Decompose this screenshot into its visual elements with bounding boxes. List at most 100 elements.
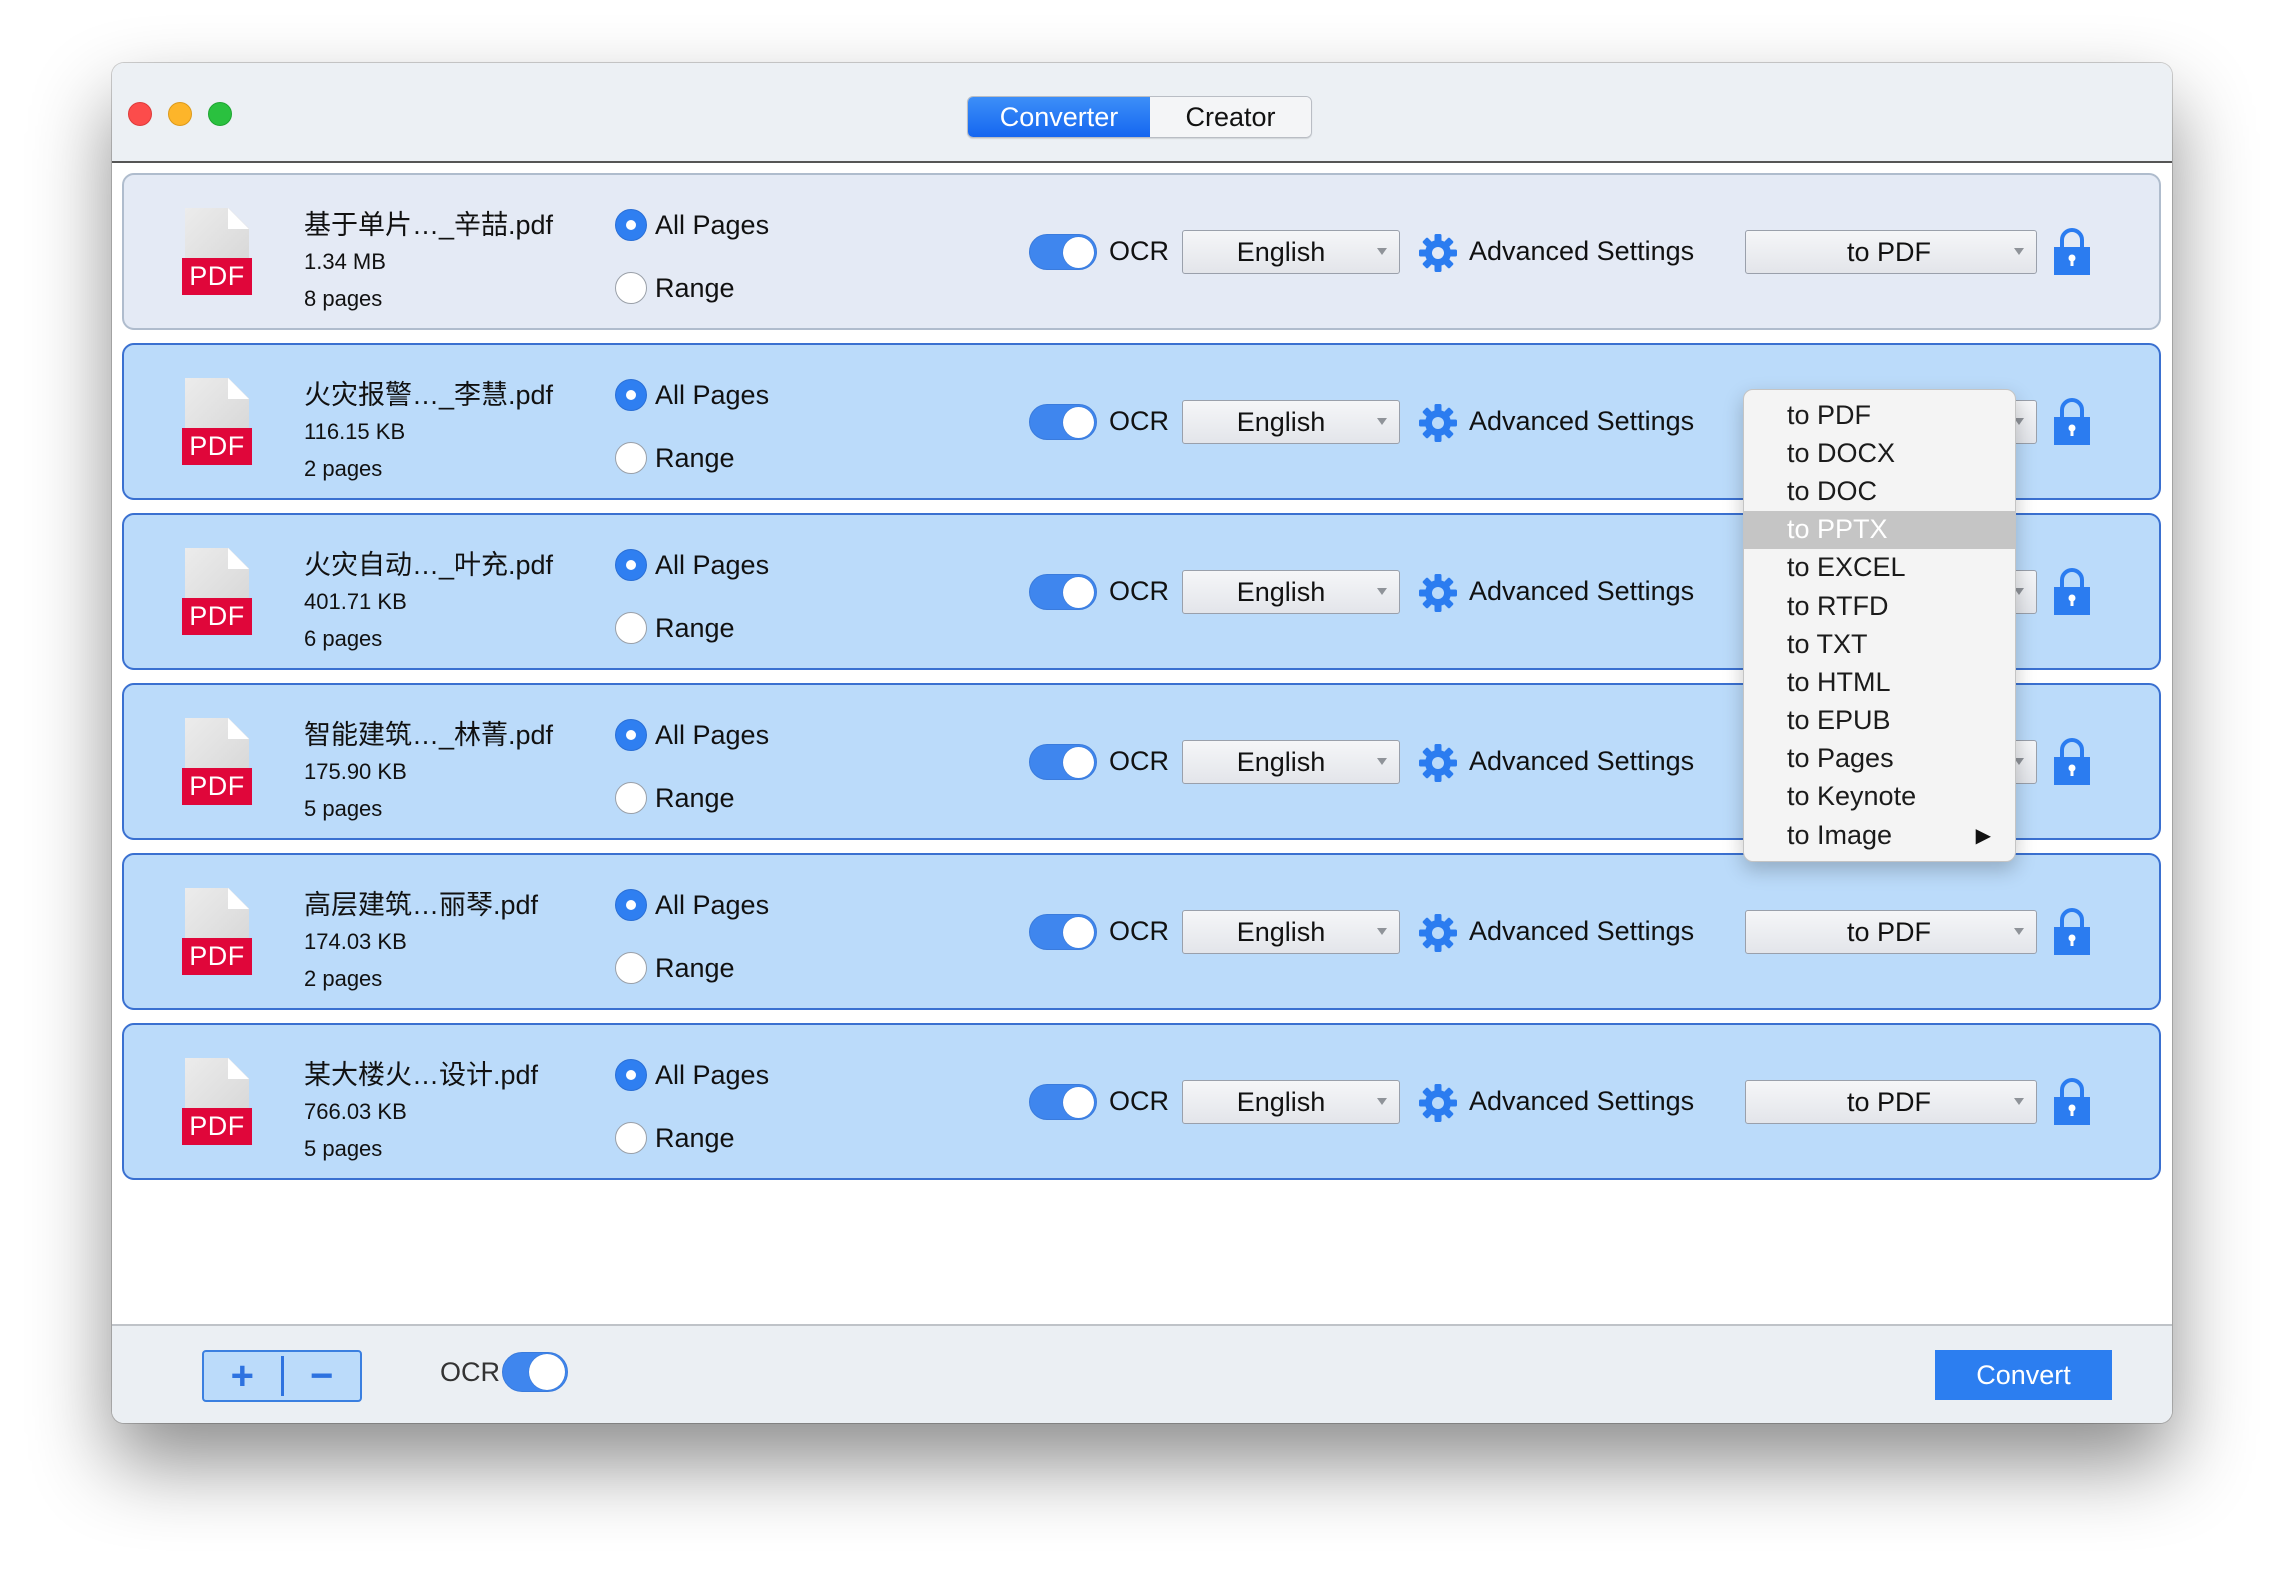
close-window-button[interactable] <box>128 102 152 126</box>
gear-icon[interactable] <box>1418 913 1458 953</box>
ocr-toggle[interactable] <box>1029 1084 1097 1120</box>
menu-item-to-html[interactable]: to HTML <box>1744 663 2015 701</box>
ocr-language-dropdown[interactable]: English <box>1182 570 1400 614</box>
lock-icon[interactable] <box>2053 907 2091 955</box>
menu-item-to-pages[interactable]: to Pages <box>1744 740 2015 778</box>
output-format-dropdown[interactable]: to PDF <box>1745 910 2037 954</box>
menu-item-to-pptx[interactable]: to PPTX <box>1744 510 2015 549</box>
tab-converter[interactable]: Converter <box>968 97 1150 137</box>
all-pages-radio[interactable]: All Pages <box>615 889 769 921</box>
output-format-dropdown[interactable]: to PDF <box>1745 230 2037 274</box>
menu-item-to-rtfd[interactable]: to RTFD <box>1744 587 2015 625</box>
menu-item-to-keynote[interactable]: to Keynote <box>1744 778 2015 816</box>
convert-button[interactable]: Convert <box>1935 1350 2112 1400</box>
ocr-label: OCR <box>1109 1086 1169 1116</box>
footer-bar: + − OCR Convert <box>112 1324 2172 1423</box>
advanced-settings-link[interactable]: Advanced Settings <box>1469 576 1694 607</box>
menu-item-to-image[interactable]: to Image ▶ <box>1744 816 2015 854</box>
chevron-down-icon <box>1377 588 1387 595</box>
lock-icon[interactable] <box>2053 397 2091 445</box>
ocr-language-dropdown[interactable]: English <box>1182 740 1400 784</box>
range-radio[interactable]: Range <box>615 952 735 984</box>
range-radio[interactable]: Range <box>615 1122 735 1154</box>
all-pages-radio[interactable]: All Pages <box>615 379 769 411</box>
all-pages-radio[interactable]: All Pages <box>615 1059 769 1091</box>
tab-creator[interactable]: Creator <box>1150 97 1311 137</box>
ocr-label: OCR <box>1109 576 1169 606</box>
radio-indicator <box>615 719 647 751</box>
ocr-language-dropdown[interactable]: English <box>1182 1080 1400 1124</box>
menu-item-to-epub[interactable]: to EPUB <box>1744 702 2015 740</box>
selected-language: English <box>1236 406 1326 437</box>
remove-file-button[interactable]: − <box>284 1352 361 1400</box>
range-radio[interactable]: Range <box>615 782 735 814</box>
ocr-language-dropdown[interactable]: English <box>1182 910 1400 954</box>
menu-item-label: to Pages <box>1787 743 1894 774</box>
page-shape <box>185 718 249 772</box>
ocr-language-dropdown[interactable]: English <box>1182 230 1400 274</box>
ocr-toggle[interactable] <box>1029 404 1097 440</box>
all-pages-radio[interactable]: All Pages <box>615 549 769 581</box>
file-row[interactable]: PDF 高层建筑…丽琴.pdf 174.03 KB 2 pages All Pa… <box>122 853 2161 1010</box>
toggle-knob <box>1063 577 1094 608</box>
ocr-toggle[interactable] <box>1029 744 1097 780</box>
minimize-window-button[interactable] <box>168 102 192 126</box>
advanced-settings-link[interactable]: Advanced Settings <box>1469 406 1694 437</box>
gear-icon[interactable] <box>1418 403 1458 443</box>
advanced-settings-link[interactable]: Advanced Settings <box>1469 916 1694 947</box>
lock-icon[interactable] <box>2053 567 2091 615</box>
gear-icon[interactable] <box>1418 1083 1458 1123</box>
all-pages-radio[interactable]: All Pages <box>615 209 769 241</box>
selected-language: English <box>1236 746 1326 777</box>
ocr-toggle[interactable] <box>1029 574 1097 610</box>
range-radio[interactable]: Range <box>615 612 735 644</box>
zoom-window-button[interactable] <box>208 102 232 126</box>
range-radio[interactable]: Range <box>615 272 735 304</box>
all-pages-label: All Pages <box>655 209 770 240</box>
add-file-button[interactable]: + <box>204 1352 281 1400</box>
gear-icon[interactable] <box>1418 233 1458 273</box>
ocr-language-dropdown[interactable]: English <box>1182 400 1400 444</box>
chevron-down-icon <box>1377 418 1387 425</box>
advanced-settings-link[interactable]: Advanced Settings <box>1469 236 1694 267</box>
menu-item-to-pdf[interactable]: to PDF <box>1744 396 2015 434</box>
menu-item-to-doc[interactable]: to DOC <box>1744 472 2015 510</box>
advanced-settings-link[interactable]: Advanced Settings <box>1469 1086 1694 1117</box>
toggle-knob <box>1063 747 1094 778</box>
menu-item-to-txt[interactable]: to TXT <box>1744 625 2015 663</box>
all-pages-radio[interactable]: All Pages <box>615 719 769 751</box>
lock-icon[interactable] <box>2053 737 2091 785</box>
lock-icon[interactable] <box>2053 1077 2091 1125</box>
menu-item-to-docx[interactable]: to DOCX <box>1744 434 2015 472</box>
range-radio[interactable]: Range <box>615 442 735 474</box>
file-row[interactable]: PDF 某大楼火…设计.pdf 766.03 KB 5 pages All Pa… <box>122 1023 2161 1180</box>
ocr-label: OCR <box>1109 406 1169 436</box>
selected-format: to PDF <box>1846 236 1932 267</box>
file-row[interactable]: PDF 基于单片…_辛喆.pdf 1.34 MB 8 pages All Pag… <box>122 173 2161 330</box>
output-format-dropdown[interactable]: to PDF <box>1745 1080 2037 1124</box>
page-count: 8 pages <box>304 286 383 311</box>
ocr-toggle[interactable] <box>1029 234 1097 270</box>
radio-indicator <box>615 549 647 581</box>
all-pages-label: All Pages <box>655 379 770 410</box>
menu-item-to-excel[interactable]: to EXCEL <box>1744 549 2015 587</box>
advanced-settings-link[interactable]: Advanced Settings <box>1469 746 1694 777</box>
gear-icon[interactable] <box>1418 743 1458 783</box>
lock-icon[interactable] <box>2053 227 2091 275</box>
ocr-toggle[interactable] <box>1029 914 1097 950</box>
gear-icon[interactable] <box>1418 573 1458 613</box>
global-ocr-toggle[interactable] <box>502 1352 568 1392</box>
page-shape <box>185 1058 249 1112</box>
pdf-badge: PDF <box>182 598 252 635</box>
chevron-down-icon <box>2014 1098 2024 1105</box>
file-name: 智能建筑…_林菁.pdf <box>304 720 554 750</box>
file-size: 116.15 KB <box>304 419 406 444</box>
radio-indicator <box>615 209 647 241</box>
page-count: 5 pages <box>304 1136 383 1161</box>
all-pages-label: All Pages <box>655 889 770 920</box>
menu-item-label: to PDF <box>1787 399 1872 430</box>
file-name: 高层建筑…丽琴.pdf <box>304 890 539 920</box>
file-name: 某大楼火…设计.pdf <box>304 1060 539 1090</box>
file-size: 175.90 KB <box>304 759 407 784</box>
all-pages-label: All Pages <box>655 1059 770 1090</box>
